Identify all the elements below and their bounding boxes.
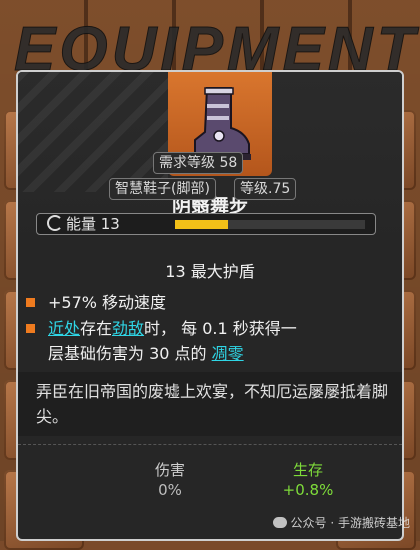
wechat-icon [272, 517, 287, 528]
bullet-icon [26, 324, 35, 333]
energy-bar: 能量 13 [36, 213, 376, 235]
flavor-text: 弄臣在旧帝国的废墟上欢宴，不知厄运屡屡抵着脚尖。 [36, 382, 389, 426]
energy-track [175, 220, 365, 229]
energy-icon [47, 215, 63, 231]
survive-label: 生存 [292, 461, 323, 479]
stat-move-speed: +57% 移动速度 [26, 290, 166, 315]
energy-fill [175, 220, 229, 229]
stat-wither: 近处存在劲敌时， 每 0.1 秒获得一 层基础伤害为 30 点的 凋零 [26, 316, 378, 366]
item-tooltip: 阴翳舞步 需求等级 58 智慧鞋子(脚部) 等级.75 能量 13 13 最大护… [16, 70, 404, 541]
energy-label: 能量 13 [66, 215, 120, 233]
keyword-wither[interactable]: 凋零 [212, 344, 244, 363]
survive-value: +0.8% [282, 481, 334, 499]
divider [18, 444, 402, 445]
damage-label: 伤害 [154, 461, 185, 479]
bullet-icon [26, 298, 35, 307]
max-shield-stat: 13 最大护盾 [165, 262, 255, 281]
keyword-near[interactable]: 近处 [48, 319, 80, 338]
watermark: 公众号 · 手游搬砖基地 [272, 514, 410, 531]
flavor-box: 弄臣在旧帝国的废墟上欢宴，不知厄运屡屡抵着脚尖。 [18, 372, 402, 436]
required-level-tag: 需求等级 58 [153, 152, 244, 174]
keyword-enemy[interactable]: 劲敌 [112, 319, 144, 338]
item-level-tag: 等级.75 [234, 178, 297, 200]
item-type-tag: 智慧鞋子(脚部) [109, 178, 216, 200]
decorative-stripes [18, 72, 168, 192]
damage-value: 0% [158, 481, 182, 499]
